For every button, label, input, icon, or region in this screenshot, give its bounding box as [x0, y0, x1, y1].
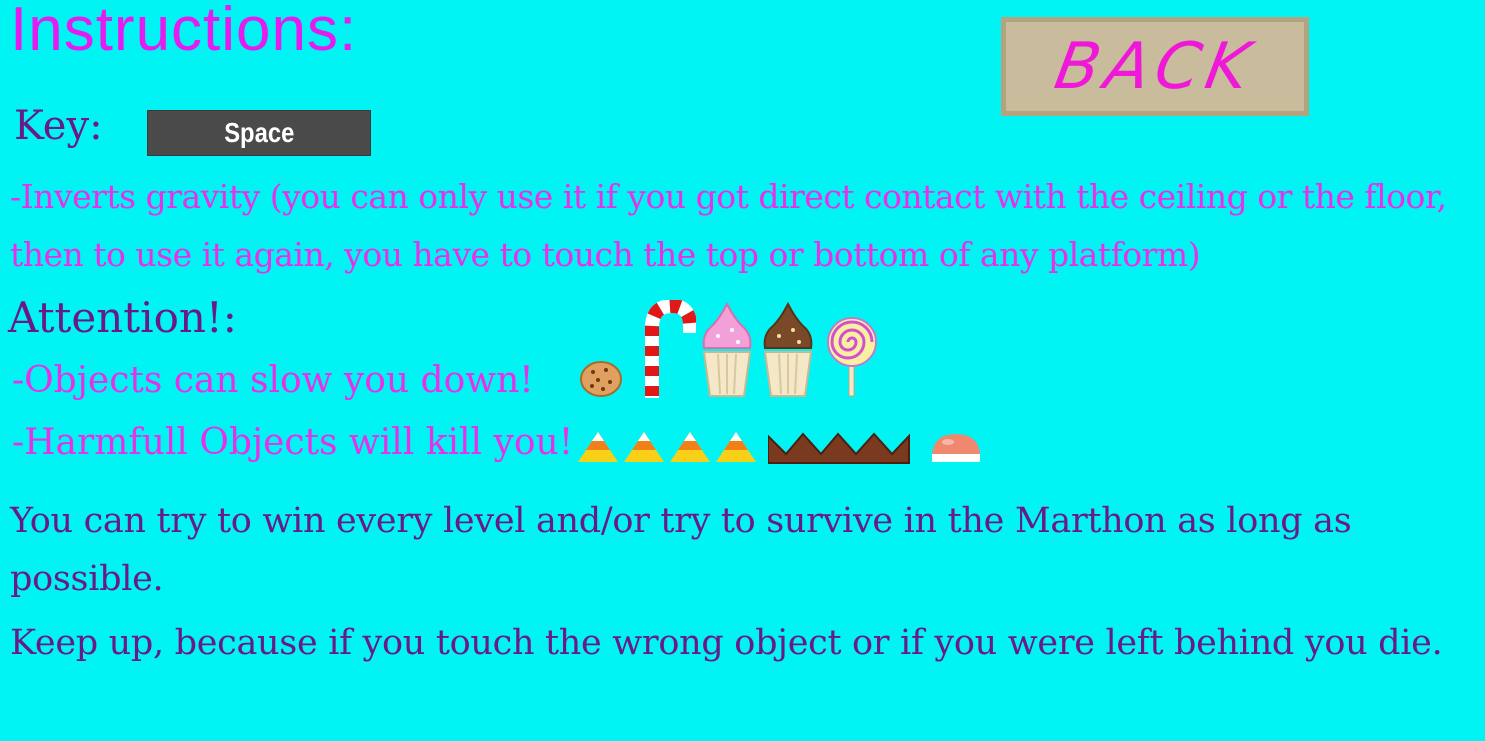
attention-label: Attention!: — [8, 293, 237, 342]
space-key-badge: Space — [147, 110, 371, 156]
candy-corn-spikes-icon — [578, 432, 756, 462]
pink-cupcake-icon — [702, 302, 752, 397]
candy-cane-icon — [645, 300, 696, 398]
back-button[interactable]: BACK — [1001, 17, 1309, 116]
slow-objects-text: -Objects can slow you down! — [12, 360, 534, 401]
space-key-label: Space — [223, 117, 295, 148]
key-label: Key: — [14, 103, 103, 149]
gravity-description: -Inverts gravity (you can only use it if… — [10, 177, 1447, 274]
back-button-label: BACK — [1049, 29, 1261, 104]
win-objective-text: You can try to win every level and/or tr… — [10, 501, 1352, 599]
gumdrop-icon — [932, 434, 980, 462]
lollipop-icon — [827, 317, 877, 397]
chocolate-spikes-icon — [768, 432, 910, 464]
chocolate-cupcake-icon — [763, 302, 813, 397]
keep-up-text: Keep up, because if you touch the wrong … — [10, 623, 1443, 663]
harmful-objects-text: -Harmfull Objects will kill you! — [12, 422, 574, 463]
cookie-icon — [580, 361, 622, 397]
page-title: Instructions: — [10, 0, 358, 64]
